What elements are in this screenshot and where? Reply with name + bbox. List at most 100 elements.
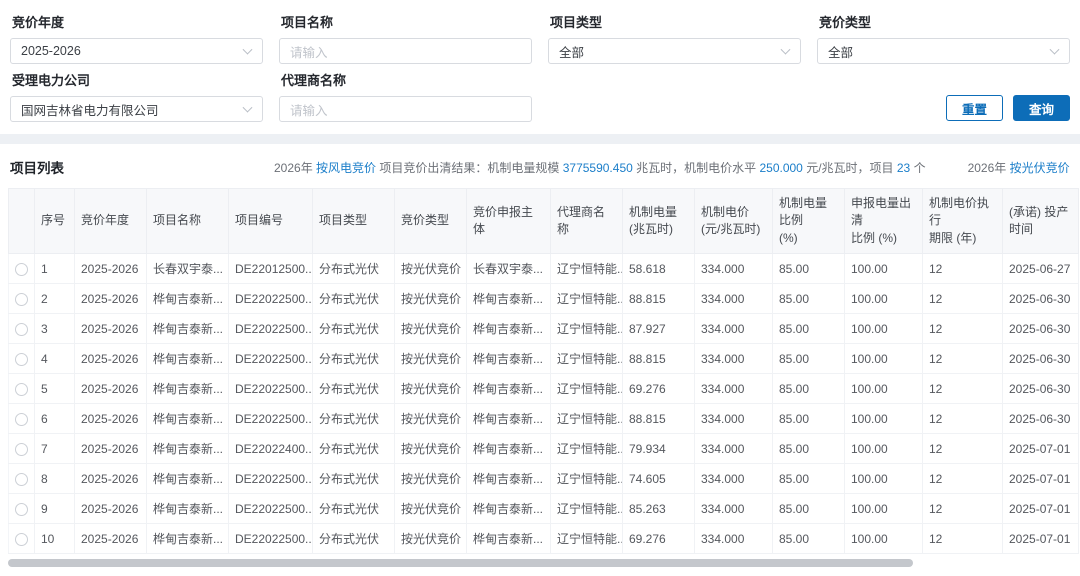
table-cell: 88.815 — [623, 284, 695, 314]
table-cell: DE22022500... — [229, 374, 313, 404]
field-power-company: 受理电力公司 国网吉林省电力有限公司 — [10, 64, 263, 122]
table-row: 52025-2026桦甸吉泰新...DE22022500...分布式光伏按光伏竞… — [9, 374, 1079, 404]
row-radio-icon[interactable] — [15, 503, 28, 516]
table-cell: 桦甸吉泰新... — [147, 344, 229, 374]
table-cell: 辽宁恒特能... — [551, 344, 623, 374]
table-cell: 桦甸吉泰新... — [467, 284, 551, 314]
field-bidding-type: 竞价类型 全部 — [817, 6, 1070, 64]
field-project-type: 项目类型 全部 — [548, 6, 801, 64]
bidding-year-select[interactable]: 2025-2026 — [10, 38, 263, 64]
table-cell: 85.00 — [773, 404, 845, 434]
table-cell: 85.00 — [773, 434, 845, 464]
agent-name-placeholder: 请输入 — [290, 100, 328, 119]
table-row: 92025-2026桦甸吉泰新...DE22022500...分布式光伏按光伏竞… — [9, 494, 1079, 524]
project-type-label: 项目类型 — [550, 12, 801, 31]
table-cell: DE22022500... — [229, 524, 313, 554]
table-cell: 85.263 — [623, 494, 695, 524]
project-type-select[interactable]: 全部 — [548, 38, 801, 64]
row-radio-icon[interactable] — [15, 533, 28, 546]
table-cell: 334.000 — [695, 284, 773, 314]
table-cell: 100.00 — [845, 374, 923, 404]
row-radio-icon[interactable] — [15, 473, 28, 486]
table-cell: 100.00 — [845, 524, 923, 554]
bidding-type-select[interactable]: 全部 — [817, 38, 1070, 64]
summary-text: 2026年 — [274, 161, 316, 175]
table-cell: 69.276 — [623, 524, 695, 554]
row-radio-icon[interactable] — [15, 293, 28, 306]
table-cell: 58.618 — [623, 254, 695, 284]
table-cell: 3 — [35, 314, 75, 344]
horizontal-scrollbar-thumb[interactable] — [8, 559, 913, 567]
summary-link[interactable]: 250.000 — [759, 161, 802, 175]
row-radio-icon[interactable] — [15, 443, 28, 456]
agent-name-input[interactable]: 请输入 — [279, 96, 532, 122]
table-cell: 辽宁恒特能... — [551, 374, 623, 404]
page-title: 项目列表 — [10, 157, 64, 177]
table-cell: 2025-07-01 — [1003, 464, 1079, 494]
table-cell: 桦甸吉泰新... — [467, 344, 551, 374]
table-cell: 辽宁恒特能... — [551, 434, 623, 464]
row-radio-icon[interactable] — [15, 383, 28, 396]
table-cell: 2 — [35, 284, 75, 314]
summary-text: 项目竞价出清结果：机制电量规模 — [376, 161, 563, 175]
table-cell: DE22022400... — [229, 434, 313, 464]
column-header: 机制电量 (兆瓦时) — [623, 189, 695, 254]
table-cell: 2025-2026 — [75, 344, 147, 374]
summary-text: 个 — [910, 161, 925, 175]
summary-link[interactable]: 3775590.450 — [563, 161, 633, 175]
table-row: 72025-2026桦甸吉泰新...DE22022400...分布式光伏按光伏竞… — [9, 434, 1079, 464]
table-cell: 2025-06-30 — [1003, 344, 1079, 374]
field-project-name: 项目名称 请输入 — [279, 6, 532, 64]
summary-link[interactable]: 按风电竞价 — [316, 161, 376, 175]
summary-text: 兆瓦时，机制电价水平 — [633, 161, 760, 175]
table-cell: 桦甸吉泰新... — [147, 494, 229, 524]
table-cell: 桦甸吉泰新... — [467, 374, 551, 404]
row-radio-icon[interactable] — [15, 323, 28, 336]
table-cell: 6 — [35, 404, 75, 434]
table-cell: 2025-2026 — [75, 254, 147, 284]
search-button[interactable]: 查询 — [1013, 95, 1070, 121]
row-radio-icon[interactable] — [15, 413, 28, 426]
clearing-result-summary: 2026年 按风电竞价 项目竞价出清结果：机制电量规模 3775590.450 … — [274, 159, 1070, 176]
table-cell: 分布式光伏 — [313, 434, 395, 464]
summary-link[interactable]: 23 — [897, 161, 910, 175]
table-cell: 9 — [35, 494, 75, 524]
select-column-header — [9, 189, 35, 254]
table-cell: 100.00 — [845, 284, 923, 314]
table-cell: 12 — [923, 464, 1003, 494]
table-cell: 桦甸吉泰新... — [147, 314, 229, 344]
table-cell: 12 — [923, 254, 1003, 284]
table-cell: 100.00 — [845, 494, 923, 524]
project-name-input[interactable]: 请输入 — [279, 38, 532, 64]
table-cell: DE22022500... — [229, 314, 313, 344]
table-cell: 按光伏竞价 — [395, 524, 467, 554]
power-company-value: 国网吉林省电力有限公司 — [21, 100, 159, 119]
table-cell: 2025-06-30 — [1003, 284, 1079, 314]
table-cell: 12 — [923, 434, 1003, 464]
table-cell: DE22022500... — [229, 494, 313, 524]
table-cell: 桦甸吉泰新... — [467, 434, 551, 464]
table-cell: 分布式光伏 — [313, 374, 395, 404]
summary-link[interactable]: 按光伏竞价 — [1010, 161, 1070, 175]
table-cell: 桦甸吉泰新... — [467, 464, 551, 494]
row-radio-icon[interactable] — [15, 263, 28, 276]
table-cell: 7 — [35, 434, 75, 464]
row-radio-icon[interactable] — [15, 353, 28, 366]
table-cell: 88.815 — [623, 344, 695, 374]
table-cell: 分布式光伏 — [313, 404, 395, 434]
column-header: 竞价类型 — [395, 189, 467, 254]
table-cell: 100.00 — [845, 254, 923, 284]
table-cell: 2025-07-01 — [1003, 434, 1079, 464]
bidding-type-label: 竞价类型 — [819, 12, 1070, 31]
table-cell: 按光伏竞价 — [395, 284, 467, 314]
column-header: 竞价年度 — [75, 189, 147, 254]
table-cell: DE22012500... — [229, 254, 313, 284]
table-cell: 85.00 — [773, 314, 845, 344]
reset-button[interactable]: 重置 — [946, 95, 1003, 121]
field-agent-name: 代理商名称 请输入 — [279, 64, 532, 122]
power-company-select[interactable]: 国网吉林省电力有限公司 — [10, 96, 263, 122]
table-cell: 2025-2026 — [75, 374, 147, 404]
project-table-body: 12025-2026长春双宇泰...DE22012500...分布式光伏按光伏竞… — [9, 254, 1079, 554]
filter-actions: 重置 查询 — [817, 64, 1070, 122]
table-cell: 桦甸吉泰新... — [147, 404, 229, 434]
